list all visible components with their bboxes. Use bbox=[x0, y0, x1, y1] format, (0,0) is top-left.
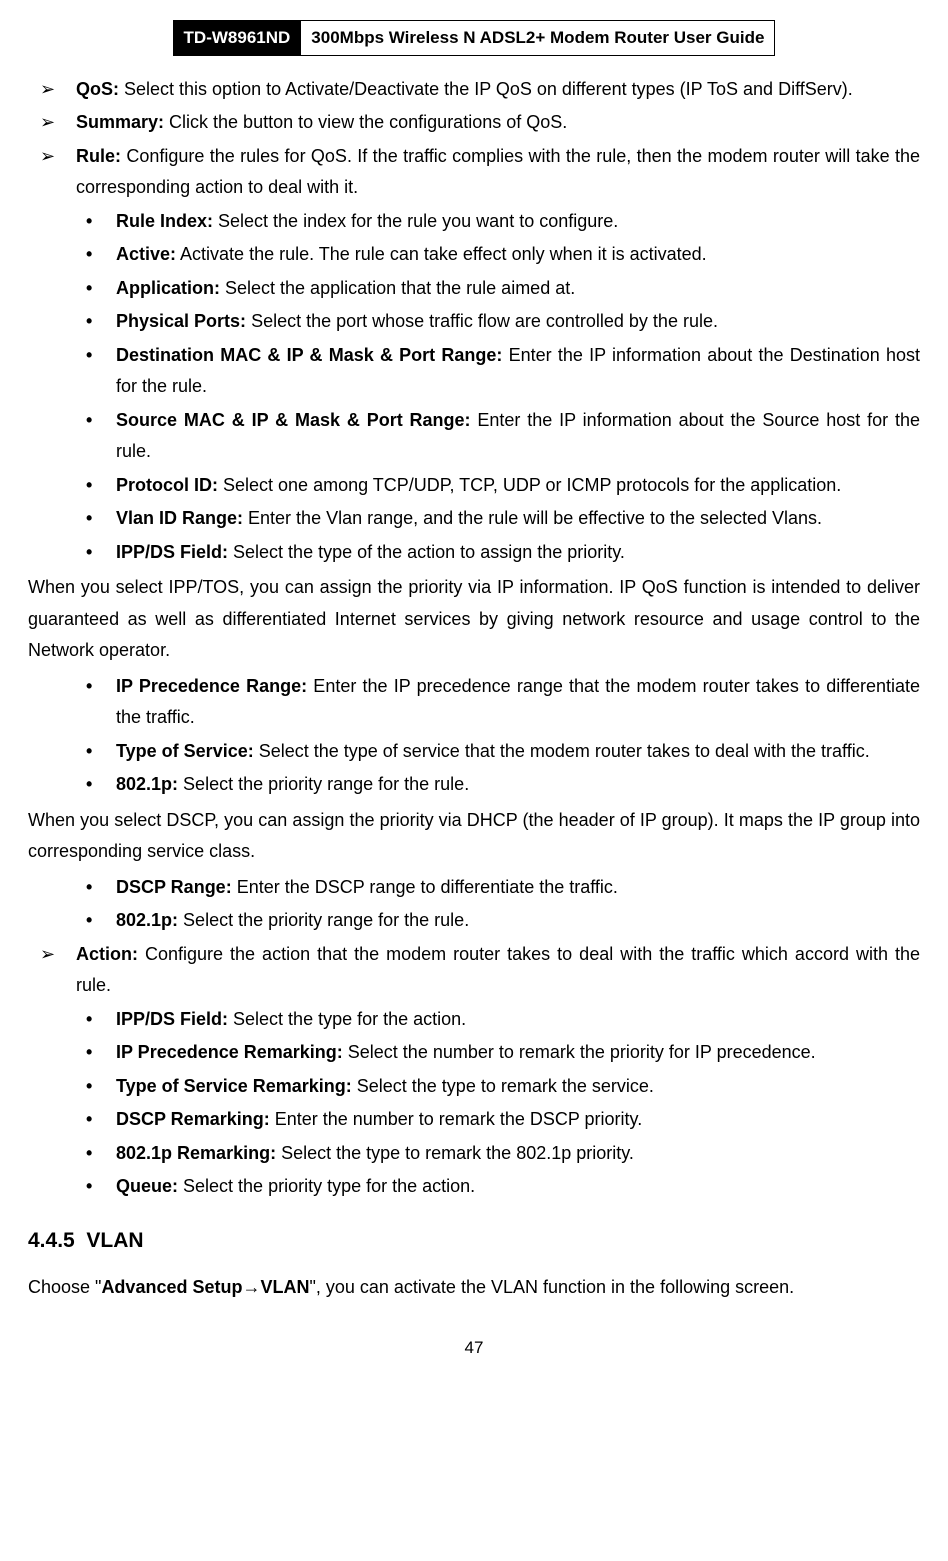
item-label: IP Precedence Range: bbox=[116, 676, 307, 696]
list-item: Action: Configure the action that the mo… bbox=[40, 939, 920, 1002]
final-suffix: ", you can activate the VLAN function in… bbox=[309, 1277, 794, 1297]
item-label: IP Precedence Remarking: bbox=[116, 1042, 343, 1062]
list-item: Protocol ID: Select one among TCP/UDP, T… bbox=[86, 470, 920, 502]
item-text: Select the priority type for the action. bbox=[178, 1176, 475, 1196]
item-label: Type of Service: bbox=[116, 741, 254, 761]
item-text: Configure the action that the modem rout… bbox=[76, 944, 920, 996]
list-item: Physical Ports: Select the port whose tr… bbox=[86, 306, 920, 338]
list-item: Source MAC & IP & Mask & Port Range: Ent… bbox=[86, 405, 920, 468]
final-paragraph: Choose "Advanced Setup→VLAN", you can ac… bbox=[28, 1272, 920, 1304]
item-label: IPP/DS Field: bbox=[116, 542, 228, 562]
list-item: Type of Service Remarking: Select the ty… bbox=[86, 1071, 920, 1103]
bullet-list-4: IPP/DS Field: Select the type for the ac… bbox=[28, 1004, 920, 1203]
item-label: Source MAC & IP & Mask & Port Range: bbox=[116, 410, 471, 430]
list-item: Rule Index: Select the index for the rul… bbox=[86, 206, 920, 238]
item-label: Application: bbox=[116, 278, 220, 298]
item-text: Activate the rule. The rule can take eff… bbox=[176, 244, 707, 264]
list-item: 802.1p Remarking: Select the type to rem… bbox=[86, 1138, 920, 1170]
section-number: 4.4.5 bbox=[28, 1229, 75, 1252]
item-text: Select the type to remark the service. bbox=[352, 1076, 654, 1096]
list-item: Type of Service: Select the type of serv… bbox=[86, 736, 920, 768]
final-prefix: Choose " bbox=[28, 1277, 101, 1297]
item-label: QoS: bbox=[76, 79, 119, 99]
item-text: Select this option to Activate/Deactivat… bbox=[119, 79, 853, 99]
list-item: Destination MAC & IP & Mask & Port Range… bbox=[86, 340, 920, 403]
final-bold1: Advanced Setup bbox=[101, 1277, 242, 1297]
item-text: Select the application that the rule aim… bbox=[220, 278, 575, 298]
list-item: Vlan ID Range: Enter the Vlan range, and… bbox=[86, 503, 920, 535]
item-text: Select the type for the action. bbox=[228, 1009, 466, 1029]
model-badge: TD-W8961ND bbox=[173, 20, 302, 56]
list-item: DSCP Remarking: Enter the number to rema… bbox=[86, 1104, 920, 1136]
bullet-list-3: DSCP Range: Enter the DSCP range to diff… bbox=[28, 872, 920, 937]
item-label: Protocol ID: bbox=[116, 475, 218, 495]
item-label: 802.1p: bbox=[116, 774, 178, 794]
list-item: Active: Activate the rule. The rule can … bbox=[86, 239, 920, 271]
list-item: IPP/DS Field: Select the type of the act… bbox=[86, 537, 920, 569]
final-bold2: VLAN bbox=[260, 1277, 309, 1297]
item-label: Rule Index: bbox=[116, 211, 213, 231]
item-label: Destination MAC & IP & Mask & Port Range… bbox=[116, 345, 502, 365]
item-text: Select the index for the rule you want t… bbox=[213, 211, 618, 231]
item-label: Vlan ID Range: bbox=[116, 508, 243, 528]
item-label: Summary: bbox=[76, 112, 164, 132]
bullet-list-2: IP Precedence Range: Enter the IP preced… bbox=[28, 671, 920, 801]
item-text: Select one among TCP/UDP, TCP, UDP or IC… bbox=[218, 475, 841, 495]
item-label: 802.1p Remarking: bbox=[116, 1143, 276, 1163]
item-text: Enter the DSCP range to differentiate th… bbox=[232, 877, 618, 897]
item-text: Select the number to remark the priority… bbox=[343, 1042, 816, 1062]
item-label: DSCP Remarking: bbox=[116, 1109, 270, 1129]
page-number: 47 bbox=[28, 1333, 920, 1363]
document-header: TD-W8961ND 300Mbps Wireless N ADSL2+ Mod… bbox=[28, 20, 920, 56]
bullet-list-1: Rule Index: Select the index for the rul… bbox=[28, 206, 920, 569]
item-text: Select the type to remark the 802.1p pri… bbox=[276, 1143, 634, 1163]
item-label: Active: bbox=[116, 244, 176, 264]
final-arrow: → bbox=[242, 1277, 260, 1297]
list-item: 802.1p: Select the priority range for th… bbox=[86, 769, 920, 801]
item-label: DSCP Range: bbox=[116, 877, 232, 897]
paragraph-2: When you select DSCP, you can assign the… bbox=[28, 805, 920, 868]
item-label: Physical Ports: bbox=[116, 311, 246, 331]
arrow-list-2: Action: Configure the action that the mo… bbox=[28, 939, 920, 1002]
item-label: IPP/DS Field: bbox=[116, 1009, 228, 1029]
item-label: Queue: bbox=[116, 1176, 178, 1196]
section-heading: 4.4.5 VLAN bbox=[28, 1223, 920, 1260]
item-label: Type of Service Remarking: bbox=[116, 1076, 352, 1096]
item-text: Enter the Vlan range, and the rule will … bbox=[243, 508, 822, 528]
list-item: IP Precedence Remarking: Select the numb… bbox=[86, 1037, 920, 1069]
item-text: Select the priority range for the rule. bbox=[178, 910, 469, 930]
list-item: QoS: Select this option to Activate/Deac… bbox=[40, 74, 920, 106]
item-text: Select the port whose traffic flow are c… bbox=[246, 311, 718, 331]
list-item: Queue: Select the priority type for the … bbox=[86, 1171, 920, 1203]
item-label: Rule: bbox=[76, 146, 121, 166]
item-text: Enter the number to remark the DSCP prio… bbox=[270, 1109, 642, 1129]
item-text: Select the type of service that the mode… bbox=[254, 741, 870, 761]
list-item: Summary: Click the button to view the co… bbox=[40, 107, 920, 139]
list-item: IPP/DS Field: Select the type for the ac… bbox=[86, 1004, 920, 1036]
document-title: 300Mbps Wireless N ADSL2+ Modem Router U… bbox=[301, 20, 775, 56]
arrow-list-1: QoS: Select this option to Activate/Deac… bbox=[28, 74, 920, 204]
list-item: Application: Select the application that… bbox=[86, 273, 920, 305]
section-title: VLAN bbox=[86, 1229, 143, 1252]
item-text: Click the button to view the configurati… bbox=[164, 112, 567, 132]
paragraph-1: When you select IPP/TOS, you can assign … bbox=[28, 572, 920, 667]
item-text: Select the type of the action to assign … bbox=[228, 542, 625, 562]
list-item: IP Precedence Range: Enter the IP preced… bbox=[86, 671, 920, 734]
list-item: 802.1p: Select the priority range for th… bbox=[86, 905, 920, 937]
list-item: DSCP Range: Enter the DSCP range to diff… bbox=[86, 872, 920, 904]
item-label: 802.1p: bbox=[116, 910, 178, 930]
item-text: Configure the rules for QoS. If the traf… bbox=[76, 146, 920, 198]
list-item: Rule: Configure the rules for QoS. If th… bbox=[40, 141, 920, 204]
item-label: Action: bbox=[76, 944, 138, 964]
item-text: Select the priority range for the rule. bbox=[178, 774, 469, 794]
